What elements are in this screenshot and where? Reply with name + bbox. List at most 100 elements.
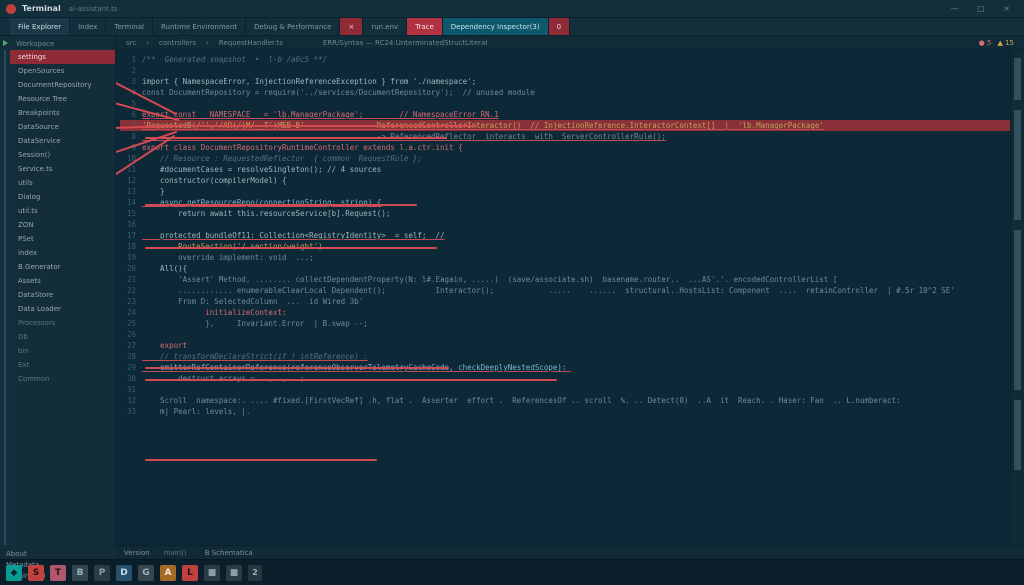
code-line[interactable]: 27 export — [120, 340, 1010, 351]
code-line[interactable]: 18 RouteSection('/.section/weight') — [120, 241, 1010, 252]
activity-gutter — [0, 36, 10, 545]
tree-item-17[interactable]: DataStore — [10, 288, 115, 302]
tree-item-16[interactable]: Assets — [10, 274, 115, 288]
code-line[interactable]: 10 // Resource : RequestedReflector { co… — [120, 153, 1010, 164]
task-icon-1[interactable]: T — [50, 565, 66, 581]
code-line[interactable]: 11 #documentCases = resolveSingleton(); … — [120, 164, 1010, 175]
crumb-0[interactable]: src — [126, 39, 136, 47]
crumb-2[interactable]: RequestHandler.ts — [219, 39, 283, 47]
tree-item-21[interactable]: bin — [10, 344, 115, 358]
sidebar-foot-0[interactable]: About — [6, 549, 110, 560]
code-line[interactable]: 7'RequestedB(/'','/AR(/)M/__T')MEB-B' Re… — [120, 120, 1010, 131]
task-icon-8[interactable]: ■ — [204, 565, 220, 581]
tree-item-9[interactable]: utils — [10, 176, 115, 190]
task-icon-9[interactable]: ■ — [226, 565, 242, 581]
tree-item-18[interactable]: Data Loader — [10, 302, 115, 316]
panel-right[interactable]: B Schematica — [205, 549, 253, 557]
minimap[interactable] — [1010, 50, 1024, 545]
code-line[interactable]: 3import { NamespaceError, InjectionRefer… — [120, 76, 1010, 87]
tab-1[interactable]: Index — [70, 18, 106, 35]
tree-item-5[interactable]: DataSource — [10, 120, 115, 134]
task-icon-5[interactable]: G — [138, 565, 154, 581]
code-line[interactable]: 29 emitterRefContainerReference(referenc… — [120, 362, 1010, 373]
explorer-tree[interactable]: settingsOpenSourcesDocumentRepositoryRes… — [10, 50, 115, 545]
tab-8[interactable]: Dependency Inspector(3) — [443, 18, 549, 35]
tree-item-3[interactable]: Resource Tree — [10, 92, 115, 106]
tab-4[interactable]: Debug & Performance — [246, 18, 340, 35]
tree-item-12[interactable]: ZON — [10, 218, 115, 232]
code-line[interactable]: 8 -> ReferencedReflector interacts with … — [120, 131, 1010, 142]
tree-item-23[interactable]: Common — [10, 372, 115, 386]
code-line[interactable]: 6export const __NAMESPACE__ = 'lb.Manage… — [120, 109, 1010, 120]
code-line[interactable]: 23 From D: SelectedColumn ... id Wired 3… — [120, 296, 1010, 307]
code-line[interactable]: 12 constructor(compilerModel) { — [120, 175, 1010, 186]
crumb-1[interactable]: controllers — [159, 39, 196, 47]
code-line[interactable]: 30 destruct arrays = ..,..,.. ; — [120, 373, 1010, 384]
tree-item-15[interactable]: B.Generator — [10, 260, 115, 274]
task-icon-0[interactable]: S — [28, 565, 44, 581]
task-icon-6[interactable]: A — [160, 565, 176, 581]
tree-item-11[interactable]: util.ts — [10, 204, 115, 218]
tab-strip: File ExplorerIndexTerminalRuntime Enviro… — [0, 18, 1024, 36]
problem-warnings[interactable]: ▲ 15 — [997, 39, 1014, 47]
tree-item-22[interactable]: Ext — [10, 358, 115, 372]
code-line[interactable]: 26 — [120, 329, 1010, 340]
tree-item-2[interactable]: DocumentRepository — [10, 78, 115, 92]
code-line[interactable]: 15 return await this.resourceService[b].… — [120, 208, 1010, 219]
code-line[interactable]: 25 }, Invariant.Error | B.swap --; — [120, 318, 1010, 329]
problem-errors[interactable]: ● 5 — [979, 39, 992, 47]
code-line[interactable]: 32 Scroll namespace:. .... #fixed.[First… — [120, 395, 1010, 406]
code-line[interactable]: 21 'Assert' Method, ........ collectDepe… — [120, 274, 1010, 285]
tree-item-1[interactable]: OpenSources — [10, 64, 115, 78]
run-icon[interactable] — [3, 40, 8, 46]
tree-item-7[interactable]: Session() — [10, 148, 115, 162]
panel-left[interactable]: Version — [124, 549, 150, 557]
code-line[interactable]: 31 — [120, 384, 1010, 395]
tab-3[interactable]: Runtime Environment — [153, 18, 246, 35]
code-line[interactable]: 16 — [120, 219, 1010, 230]
code-line[interactable]: 28 // transformDeclareStrict(if ! intRef… — [120, 351, 1010, 362]
bottom-panel: Version main() B Schematica — [116, 545, 1024, 559]
doc-name: ai-assistant.ts — [69, 5, 118, 13]
tree-item-10[interactable]: Dialog — [10, 190, 115, 204]
code-editor[interactable]: src› controllers› RequestHandler.ts ERR/… — [116, 36, 1024, 545]
window-controls[interactable]: — □ × — [951, 4, 1018, 13]
task-icon-3[interactable]: P — [94, 565, 110, 581]
code-line[interactable]: 13 } — [120, 186, 1010, 197]
app-name: Terminal — [22, 4, 61, 13]
code-line[interactable]: 17 protected bundleOf11: Collection<Regi… — [120, 230, 1010, 241]
task-icon-4[interactable]: D — [116, 565, 132, 581]
tab-0[interactable]: File Explorer — [10, 18, 70, 35]
tab-5[interactable]: × — [340, 18, 363, 35]
code-line[interactable]: 1/** Generated snapshot • l‐b /a0c5 **/ — [120, 54, 1010, 65]
tree-item-19[interactable]: Processors — [10, 316, 115, 330]
tab-7[interactable]: Trace — [407, 18, 443, 35]
code-line[interactable]: 4const DocumentRepository = require('../… — [120, 87, 1010, 98]
code-line[interactable]: 19 override implement: void ...; — [120, 252, 1010, 263]
code-line[interactable]: 5 — [120, 98, 1010, 109]
tab-6[interactable]: run.env — [363, 18, 407, 35]
code-line[interactable]: 9export class DocumentRepositoryRuntimeC… — [120, 142, 1010, 153]
code-line[interactable]: 24 initializeContext: — [120, 307, 1010, 318]
os-taskbar[interactable]: ◆ STBPDGAL ■ ■ 2 — [0, 559, 1024, 585]
taskbar-badge[interactable]: 2 — [248, 565, 262, 581]
title-bar: Terminal ai-assistant.ts — □ × — [0, 0, 1024, 18]
tree-item-14[interactable]: index — [10, 246, 115, 260]
code-line[interactable]: 22 ............ enumerableClearLocal Dep… — [120, 285, 1010, 296]
tree-item-0[interactable]: settings — [10, 50, 115, 64]
code-line[interactable]: 33 m| Pearl: levels, |. — [120, 406, 1010, 417]
tree-item-13[interactable]: PSet — [10, 232, 115, 246]
code-line[interactable]: 2 — [120, 65, 1010, 76]
code-line[interactable]: 14 async getResourceRepo(connectionStrin… — [120, 197, 1010, 208]
tree-item-4[interactable]: Breakpoints — [10, 106, 115, 120]
task-icon-2[interactable]: B — [72, 565, 88, 581]
tab-9[interactable]: 0 — [549, 18, 570, 35]
code-line[interactable]: 20 All(){ — [120, 263, 1010, 274]
start-icon[interactable]: ◆ — [6, 565, 22, 581]
tree-item-20[interactable]: Db — [10, 330, 115, 344]
task-icon-7[interactable]: L — [182, 565, 198, 581]
code-area[interactable]: 1/** Generated snapshot • l‐b /a0c5 **/2… — [116, 50, 1010, 545]
tree-item-6[interactable]: DataService — [10, 134, 115, 148]
tree-item-8[interactable]: Service.ts — [10, 162, 115, 176]
tab-2[interactable]: Terminal — [106, 18, 153, 35]
